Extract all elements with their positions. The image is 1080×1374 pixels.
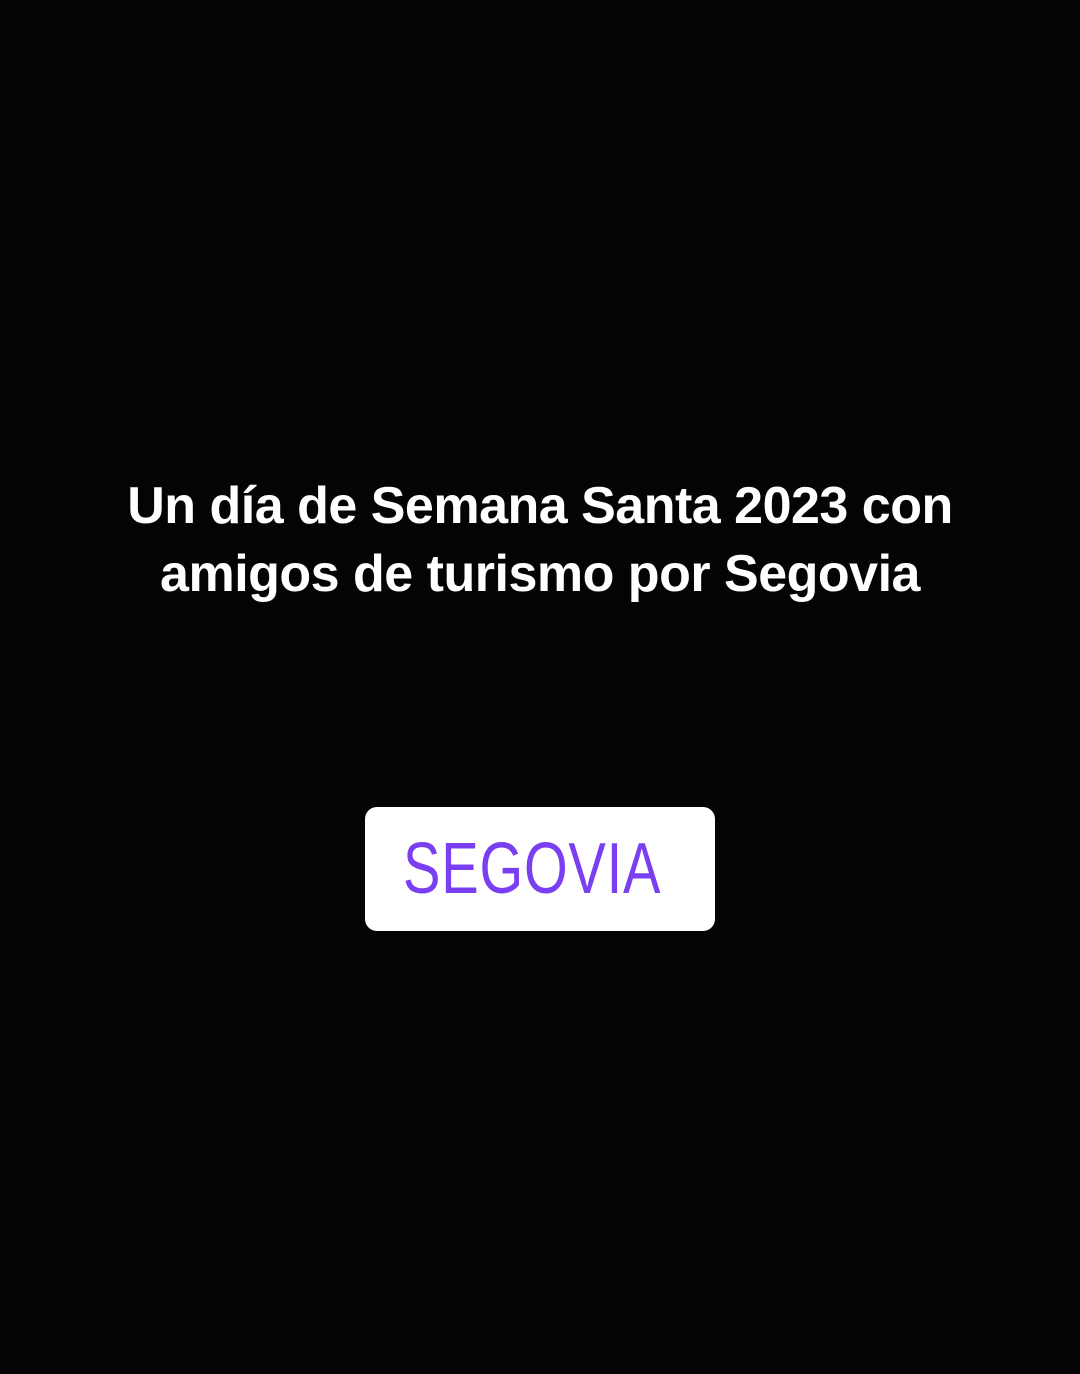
story-caption: Un día de Semana Santa 2023 con amigos d… — [40, 472, 1040, 608]
location-name: SEGOVIA — [403, 829, 662, 909]
caption-line-2: amigos de turismo por Segovia — [160, 545, 920, 603]
location-sticker[interactable]: SEGOVIA — [365, 807, 715, 931]
caption-line-1: Un día de Semana Santa 2023 con — [127, 477, 953, 535]
story-canvas: Un día de Semana Santa 2023 con amigos d… — [0, 0, 1080, 1374]
